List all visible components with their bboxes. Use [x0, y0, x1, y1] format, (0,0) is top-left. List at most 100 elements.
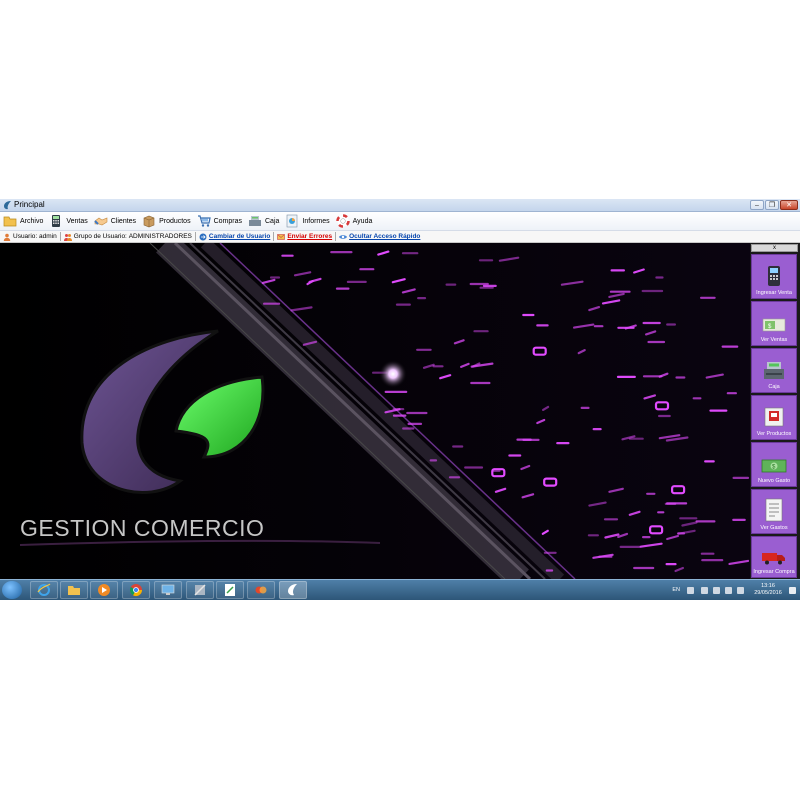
- taskbar-file-explorer[interactable]: [60, 581, 88, 599]
- quick-ingresar-venta-label: Ingresar Venta: [756, 290, 792, 296]
- menu-productos[interactable]: Productos: [142, 213, 191, 230]
- quick-ver-gastos-label: Ver Gastos: [760, 525, 788, 531]
- error-report-icon: [277, 233, 286, 240]
- taskbar-media-player[interactable]: [90, 581, 118, 599]
- money-bill-icon: $: [761, 459, 787, 473]
- taskbar-internet-explorer[interactable]: [30, 581, 58, 599]
- quick-ver-gastos-button[interactable]: Ver Gastos: [751, 489, 797, 534]
- maximize-button[interactable]: ❐: [765, 200, 779, 210]
- cart-icon: [197, 215, 211, 227]
- menu-ventas[interactable]: Ventas: [49, 213, 88, 230]
- battery-icon[interactable]: [737, 587, 744, 594]
- change-user-link[interactable]: Cambiar de Usuario: [209, 233, 270, 240]
- notepad-icon: [225, 584, 235, 596]
- lifebuoy-icon: [335, 214, 350, 228]
- taskbar-remote-desktop[interactable]: [154, 581, 182, 599]
- menu-clientes-label: Clientes: [110, 217, 137, 225]
- clock[interactable]: 13:16 29/05/2016: [748, 583, 788, 597]
- pos-terminal-icon: [768, 266, 780, 286]
- user-value: admin: [39, 233, 57, 240]
- app-logo-icon: [288, 584, 297, 596]
- quick-ver-productos-label: Ver Productos: [756, 431, 792, 437]
- window-title: Principal: [14, 200, 45, 209]
- chrome-icon: [129, 584, 142, 597]
- menu-archivo-label: Archivo: [20, 217, 44, 225]
- menu-compras[interactable]: Compras: [197, 213, 242, 230]
- app-logo-icon: [4, 201, 11, 210]
- media-player-icon: [98, 584, 110, 596]
- clock-date: 29/05/2016: [754, 590, 782, 596]
- monitor-icon: [161, 584, 175, 595]
- user-icon: [3, 233, 11, 241]
- close-button[interactable]: ✕: [780, 200, 798, 210]
- switch-user-icon: [199, 233, 207, 240]
- quick-nuevo-gasto-button[interactable]: $ Nuevo Gasto: [751, 442, 797, 487]
- quick-nuevo-gasto-label: Nuevo Gasto: [757, 478, 791, 484]
- quick-ver-ventas-button[interactable]: $ Ver Ventas: [751, 301, 797, 346]
- menu-ayuda[interactable]: Ayuda: [335, 213, 373, 230]
- send-errors-link[interactable]: Enviar Errores: [287, 233, 332, 240]
- divider: [335, 232, 337, 241]
- menu-informes-label: Informes: [302, 217, 330, 225]
- ledger-icon: [765, 498, 783, 522]
- group-label: Grupo de Usuario:: [73, 233, 127, 240]
- quick-ingresar-venta-button[interactable]: Ingresar Venta: [751, 254, 797, 299]
- hide-panel-icon: [339, 234, 348, 239]
- keyboard-icon[interactable]: [687, 587, 694, 594]
- cash-register-icon: [764, 362, 784, 379]
- clock-time: 13:16: [761, 583, 775, 589]
- quick-access-close-button[interactable]: x: [751, 244, 798, 252]
- folder-icon: [3, 216, 17, 227]
- utility-app-icon: [255, 586, 267, 594]
- network-icon[interactable]: [725, 587, 732, 594]
- menu-informes[interactable]: Informes: [285, 213, 330, 230]
- minimize-button[interactable]: ‒: [750, 200, 764, 210]
- report-icon: [287, 214, 298, 228]
- divider: [59, 232, 61, 241]
- taskbar-utility[interactable]: [247, 581, 275, 599]
- network-tool-icon: [194, 584, 206, 596]
- quick-ver-ventas-label: Ver Ventas: [760, 337, 788, 343]
- truck-icon: [762, 553, 785, 565]
- quick-caja-label: Caja: [768, 384, 780, 390]
- title-bar[interactable]: Principal ‒ ❐ ✕: [0, 199, 800, 212]
- volume-icon[interactable]: [713, 587, 720, 594]
- quick-caja-button[interactable]: Caja: [751, 348, 797, 393]
- user-label: Usuario:: [13, 233, 38, 240]
- menu-caja-label: Caja: [265, 217, 280, 225]
- menu-ayuda-label: Ayuda: [352, 217, 373, 225]
- menu-caja[interactable]: Caja: [248, 213, 279, 230]
- divider: [273, 232, 275, 241]
- box-icon: [143, 215, 155, 228]
- cashbox-icon: [249, 216, 261, 226]
- menu-clientes[interactable]: Clientes: [94, 213, 136, 230]
- language-indicator[interactable]: EN: [672, 587, 680, 593]
- session-info-bar: Usuario: admin Grupo de Usuario: ADMINIS…: [0, 231, 800, 243]
- folder-icon: [68, 586, 80, 595]
- tray-expand-icon[interactable]: [701, 587, 708, 594]
- main-window: Principal ‒ ❐ ✕ Archivo Ventas Clientes …: [0, 199, 800, 579]
- internet-explorer-icon: [37, 583, 51, 596]
- hide-quick-access-link[interactable]: Ocultar Acceso Rápido: [349, 233, 420, 240]
- main-desktop-area: GESTION COMERCIO: [0, 243, 750, 579]
- product-catalog-icon: [764, 407, 784, 427]
- menu-productos-label: Productos: [159, 217, 191, 225]
- start-button[interactable]: [2, 581, 22, 599]
- taskbar-chrome[interactable]: [122, 581, 150, 599]
- main-menu: Archivo Ventas Clientes Productos Compra…: [0, 212, 800, 231]
- quick-ver-productos-button[interactable]: Ver Productos: [751, 395, 797, 440]
- flag-icon[interactable]: [789, 587, 796, 594]
- user-group-icon: [63, 233, 72, 241]
- taskbar-editor[interactable]: [216, 581, 244, 599]
- taskbar-network-tool[interactable]: [186, 581, 214, 599]
- menu-archivo[interactable]: Archivo: [3, 213, 43, 230]
- calculator-icon: [52, 215, 61, 227]
- background-artwork: GESTION COMERCIO: [0, 243, 750, 579]
- group-value: ADMINISTRADORES: [128, 233, 192, 240]
- quick-ingresar-compra-button[interactable]: Ingresar Compra: [751, 536, 797, 578]
- quick-ingresar-compra-label: Ingresar Compra: [753, 569, 795, 575]
- taskbar-gestion-comercio[interactable]: [279, 581, 307, 599]
- menu-ventas-label: Ventas: [66, 217, 88, 225]
- receipt-money-icon: $: [762, 318, 786, 332]
- divider: [194, 232, 196, 241]
